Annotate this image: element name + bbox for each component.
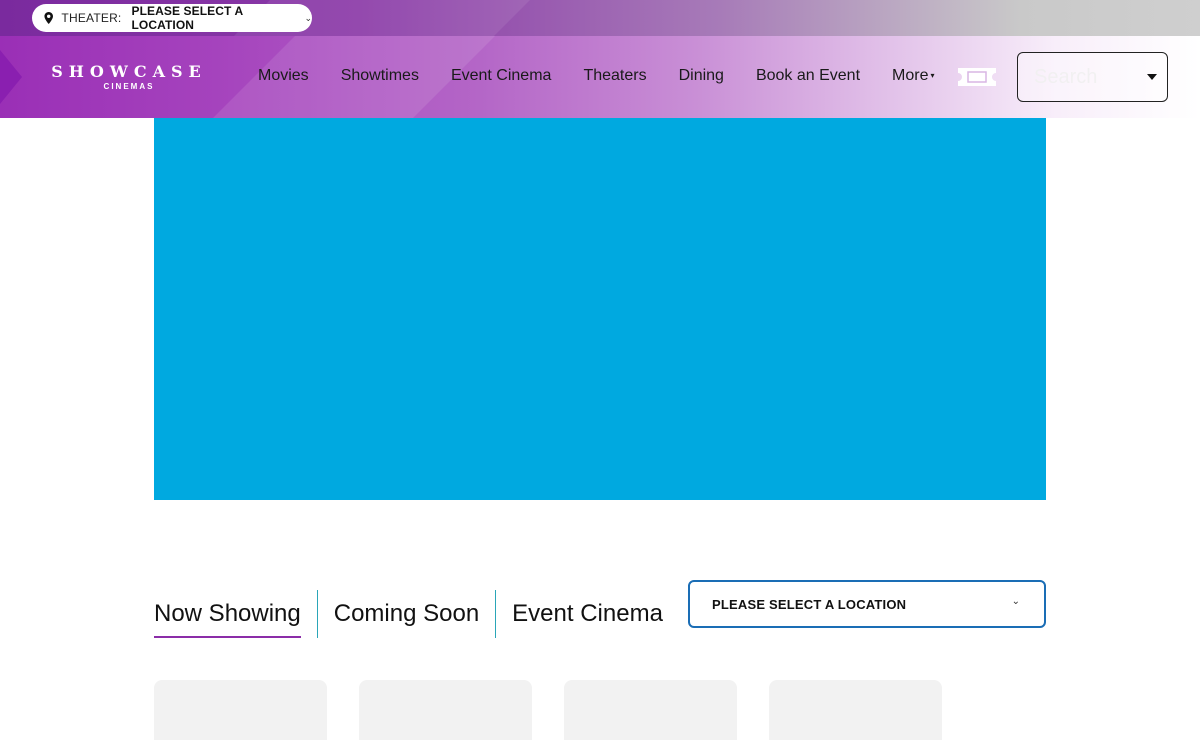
nav-item-theaters[interactable]: Theaters: [583, 67, 646, 85]
logo-sub-text: CINEMAS: [103, 82, 155, 91]
showcase-logo[interactable]: SHOWCASE CINEMAS: [32, 62, 226, 92]
theater-value: PLEASE SELECT A LOCATION: [131, 4, 243, 32]
map-pin-icon: [44, 12, 53, 24]
theater-bar: THEATER: PLEASE SELECT A LOCATION ⌄: [0, 0, 1200, 36]
logo-main-text: SHOWCASE: [51, 62, 207, 81]
theater-selector[interactable]: THEATER: PLEASE SELECT A LOCATION ⌄: [32, 4, 312, 32]
chevron-down-icon: ⌄: [304, 12, 312, 23]
movie-card[interactable]: [154, 680, 327, 740]
tab-coming-soon[interactable]: Coming Soon: [334, 590, 479, 638]
movie-card-list: [154, 680, 974, 740]
tab-now-showing[interactable]: Now Showing: [154, 590, 301, 638]
theater-label: THEATER:: [61, 11, 122, 25]
nav-item-movies[interactable]: Movies: [258, 67, 309, 85]
main-nav: SHOWCASE CINEMAS Movies Showtimes Event …: [0, 36, 1200, 118]
nav-item-more-label: More: [892, 67, 929, 84]
movie-card[interactable]: [564, 680, 737, 740]
decorative-arrow: [0, 50, 22, 104]
movie-tabs: Now Showing Coming Soon Event Cinema: [154, 590, 663, 638]
hero-banner[interactable]: [154, 118, 1046, 500]
search-dropdown[interactable]: Search: [1017, 52, 1168, 102]
chevron-down-icon: ⌄: [1011, 596, 1020, 607]
location-select[interactable]: PLEASE SELECT A LOCATION ⌄: [688, 580, 1046, 628]
caret-down-icon: ▾: [930, 71, 935, 81]
nav-item-showtimes[interactable]: Showtimes: [341, 67, 419, 85]
caret-down-icon: [1147, 74, 1157, 80]
nav-item-event-cinema[interactable]: Event Cinema: [451, 67, 552, 85]
movie-card[interactable]: [359, 680, 532, 740]
nav-item-more[interactable]: More ▾: [892, 67, 934, 85]
location-select-value: PLEASE SELECT A LOCATION: [712, 596, 907, 612]
search-placeholder: Search: [1034, 65, 1098, 88]
tab-divider: [495, 590, 497, 638]
ticket-icon[interactable]: [958, 68, 996, 86]
nav-item-dining[interactable]: Dining: [679, 67, 724, 85]
nav-item-book-an-event[interactable]: Book an Event: [756, 67, 860, 85]
tab-event-cinema[interactable]: Event Cinema: [512, 590, 663, 638]
movie-card[interactable]: [769, 680, 942, 740]
nav-links: Movies Showtimes Event Cinema Theaters D…: [258, 67, 966, 85]
tab-divider: [316, 590, 318, 638]
